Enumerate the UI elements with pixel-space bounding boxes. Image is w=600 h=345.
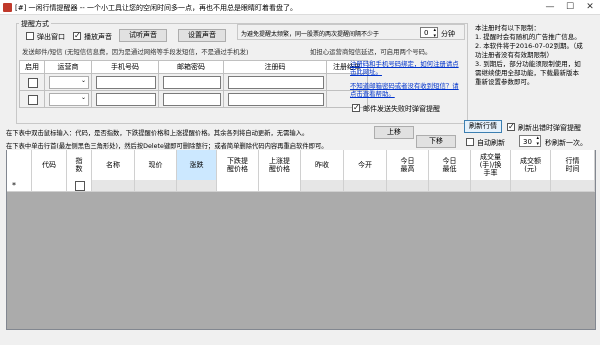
phone-input-1[interactable]: [96, 76, 156, 89]
auto-refresh-value: 30: [523, 138, 532, 146]
new-row-code-cell[interactable]: [32, 180, 67, 192]
enable-checkbox-2[interactable]: [28, 95, 38, 105]
sound-checkbox[interactable]: [73, 31, 81, 41]
email-note: 发送邮件/短信 (无短信信息费，因为是通过网络等手段发短信，不是通过手机发): [22, 48, 249, 56]
auto-refresh-label: 自动刷新: [477, 139, 505, 147]
interval-label: 为避免提醒太频繁，同一股票的两次提醒间隔不少于: [241, 31, 380, 38]
column-header-high[interactable]: 今日最高: [387, 150, 429, 180]
email-header-regcode: 注册码: [223, 60, 327, 74]
email-header-carrier: 运营商: [44, 60, 92, 74]
popup-checkbox[interactable]: [26, 32, 34, 40]
note-line: 2. 本软件将于2016-07-02到期。（成: [475, 42, 583, 50]
interval-unit: 分钟: [441, 30, 455, 38]
interval-stepper[interactable]: 0 ▴ ▾: [420, 27, 438, 39]
alert-mode-title: 提醒方式: [19, 19, 51, 29]
new-row-cell: [135, 180, 177, 192]
stepper-arrows-icon[interactable]: ▴ ▾: [536, 135, 539, 147]
move-down-button[interactable]: 下移: [416, 135, 456, 148]
new-row-cell: [551, 180, 595, 192]
password-input-1[interactable]: [163, 76, 221, 89]
instruction-line-2: 在下表中单击行首(最左侧黑色三角形处)，然后按Delete键即可删除整行；或者简…: [6, 143, 328, 150]
column-header-amount[interactable]: 成交额(元): [511, 150, 551, 180]
column-header-volume[interactable]: 成交量(手)/换手率: [471, 150, 511, 180]
email-header-enable: 启用: [19, 60, 45, 74]
new-row-cell[interactable]: [259, 180, 301, 192]
sound-label: 播放声音: [84, 33, 112, 41]
note-line: 3. 到期后，部分功能须限制使用，如: [475, 60, 581, 68]
password-help-link[interactable]: 不知道邮箱密码或者没有收到短信？请点击查看帮助。: [350, 82, 462, 98]
column-header-up-alert[interactable]: 上涨提醒价格: [259, 150, 301, 180]
window-title: [#] 一闲行情提醒器 -- 一个小工具让您的空闲时间多一点，再也不用总是眼睛盯…: [15, 4, 298, 12]
new-row-cell[interactable]: [217, 180, 259, 192]
register-help-link[interactable]: 注册码和手机号码绑定，如何注册请点击此网址。: [350, 60, 462, 76]
mail-fail-checkbox[interactable]: [352, 103, 360, 113]
row-header-corner: [7, 150, 32, 180]
new-row-marker[interactable]: *: [7, 180, 32, 192]
stepper-arrows-icon[interactable]: ▴ ▾: [433, 27, 436, 39]
password-input-2[interactable]: [163, 93, 221, 106]
email-row: ⌄: [19, 73, 368, 91]
new-row-cell: [344, 180, 387, 192]
column-header-prev-close[interactable]: 昨收: [301, 150, 344, 180]
new-row-cell: [471, 180, 511, 192]
app-icon: [3, 3, 12, 12]
note-line: 本注册时有以下限制：: [475, 24, 540, 32]
column-header-index[interactable]: 指数: [67, 150, 92, 180]
auto-refresh-unit: 秒刷新一次。: [545, 139, 587, 147]
column-header-time[interactable]: 行情时间: [551, 150, 595, 180]
email-table: 启用 运营商 手机号码 邮箱密码 注册码 注册结果 ⌄ ⌄: [19, 60, 368, 108]
test-sound-button[interactable]: 试听声音: [119, 29, 167, 42]
new-row-cell: [511, 180, 551, 192]
new-row-index-checkbox[interactable]: [75, 181, 85, 191]
popup-label: 弹出窗口: [37, 33, 65, 41]
refresh-flash-label: 刷新出错时弹窗提醒: [518, 124, 581, 132]
note-line: 功注册者没有有效期限制）: [475, 51, 553, 59]
enable-checkbox-1[interactable]: [28, 78, 38, 88]
set-sound-button[interactable]: 设置声音: [178, 29, 226, 42]
regcode-input-1[interactable]: [228, 76, 324, 89]
refresh-flash-checkbox[interactable]: [507, 122, 515, 132]
maximize-button[interactable]: ☐: [560, 0, 580, 15]
new-row-cell: [177, 180, 217, 192]
note-line: 重新设置参数即可。: [475, 78, 534, 86]
new-row-index-cell[interactable]: [67, 180, 92, 192]
interval-value: 0: [424, 29, 429, 37]
note-line: 1. 提醒时会有随机的广告推广信息。: [475, 33, 581, 41]
email-header-phone: 手机号码: [91, 60, 159, 74]
refresh-button[interactable]: 刷新行情: [464, 120, 502, 133]
new-row-cell: [387, 180, 429, 192]
column-header-down-alert[interactable]: 下跌提醒价格: [217, 150, 259, 180]
column-header-open[interactable]: 今开: [344, 150, 387, 180]
column-header-name[interactable]: 名称: [92, 150, 135, 180]
email-row: ⌄: [19, 90, 368, 108]
column-header-low[interactable]: 今日最低: [429, 150, 471, 180]
regcode-input-2[interactable]: [228, 93, 324, 106]
new-row-cell: [92, 180, 135, 192]
minimize-button[interactable]: —: [540, 0, 560, 15]
chevron-down-icon: ⌄: [80, 94, 86, 101]
carrier-select-2[interactable]: ⌄: [49, 93, 89, 106]
column-header-price[interactable]: 现价: [135, 150, 177, 180]
registration-notes: 本注册时有以下限制： 1. 提醒时会有随机的广告推广信息。 2. 本软件将于20…: [475, 24, 599, 87]
new-row-cell: [429, 180, 471, 192]
auto-refresh-stepper[interactable]: 30 ▴ ▾: [519, 135, 541, 147]
phone-input-2[interactable]: [96, 93, 156, 106]
column-header-change[interactable]: 涨跌: [177, 150, 217, 180]
instruction-line-1: 在下表中双击鼠标输入：代码，是否指数，下跌提醒价格和上涨提醒价格。其余各列将自动…: [6, 130, 309, 137]
email-header-password: 邮箱密码: [158, 60, 224, 74]
auto-refresh-checkbox[interactable]: [466, 138, 474, 146]
move-up-button[interactable]: 上移: [374, 126, 414, 139]
note-line: 需继续使用全部功能，下载最新版本: [475, 69, 579, 77]
carrier-select-1[interactable]: ⌄: [49, 76, 89, 89]
new-row-cell: [301, 180, 344, 192]
mail-fail-label: 邮件发送失败时弹窗提醒: [363, 105, 440, 113]
column-header-code[interactable]: 代码: [32, 150, 67, 180]
close-button[interactable]: ✕: [580, 0, 600, 15]
chevron-down-icon: ⌄: [80, 77, 86, 84]
email-tip: 如担心运营商短信延迟，可启用两个号码。: [310, 48, 432, 56]
